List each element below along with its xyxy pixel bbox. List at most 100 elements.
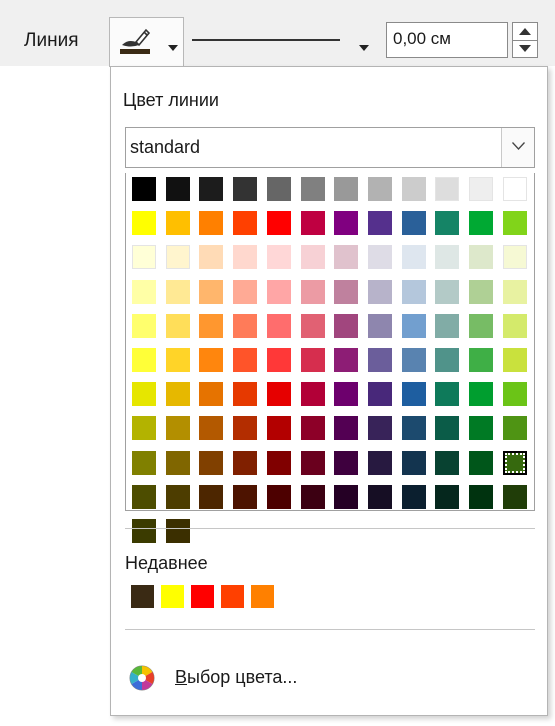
palette-select[interactable]: standard <box>125 127 535 168</box>
color-swatch[interactable] <box>300 211 325 236</box>
color-swatch[interactable] <box>367 211 392 236</box>
color-swatch[interactable] <box>199 245 224 270</box>
color-swatch[interactable] <box>334 177 359 201</box>
color-swatch[interactable] <box>165 245 190 270</box>
color-swatch[interactable] <box>132 484 156 509</box>
color-swatch[interactable] <box>502 382 527 407</box>
chevron-down-icon[interactable] <box>168 38 178 56</box>
color-swatch[interactable] <box>367 177 392 201</box>
color-swatch[interactable] <box>367 313 392 338</box>
color-swatch[interactable] <box>165 450 190 475</box>
pick-color-button[interactable]: Выбор цвета... <box>129 663 359 693</box>
color-swatch[interactable] <box>435 484 460 509</box>
recent-color-swatch[interactable] <box>221 585 244 608</box>
chevron-down-icon[interactable] <box>359 38 369 56</box>
line-width-spinner[interactable] <box>512 22 538 58</box>
color-swatch[interactable] <box>266 313 291 338</box>
color-swatch[interactable] <box>199 484 224 509</box>
color-swatch[interactable] <box>367 416 392 441</box>
color-swatch[interactable] <box>300 177 325 201</box>
color-swatch[interactable] <box>300 313 325 338</box>
color-swatch[interactable] <box>132 348 156 372</box>
color-swatch[interactable] <box>334 313 359 338</box>
color-swatch[interactable] <box>199 450 224 475</box>
color-swatch[interactable] <box>435 313 460 338</box>
recent-color-swatch[interactable] <box>131 585 154 608</box>
color-swatch[interactable] <box>199 416 224 441</box>
color-swatch[interactable] <box>165 416 190 441</box>
color-swatch[interactable] <box>401 348 426 372</box>
color-swatch[interactable] <box>199 313 224 338</box>
color-swatch[interactable] <box>469 348 493 372</box>
color-swatch[interactable] <box>266 484 291 509</box>
color-swatch[interactable] <box>132 519 156 543</box>
color-swatch[interactable] <box>401 177 426 201</box>
color-swatch[interactable] <box>132 450 156 475</box>
color-swatch[interactable] <box>502 348 527 372</box>
color-swatch[interactable] <box>266 416 291 441</box>
spin-up-button[interactable] <box>513 23 537 41</box>
color-swatch[interactable] <box>199 177 224 201</box>
color-swatch[interactable] <box>435 245 460 270</box>
color-swatch[interactable] <box>435 348 460 372</box>
color-swatch[interactable] <box>132 211 156 236</box>
color-swatch[interactable] <box>266 245 291 270</box>
color-swatch[interactable] <box>469 177 493 201</box>
color-swatch[interactable] <box>132 313 156 338</box>
color-swatch[interactable] <box>367 279 392 304</box>
color-swatch[interactable] <box>401 279 426 304</box>
color-swatch[interactable] <box>132 279 156 304</box>
color-swatch[interactable] <box>300 348 325 372</box>
color-swatch[interactable] <box>233 245 258 270</box>
color-swatch[interactable] <box>435 177 460 201</box>
color-swatch[interactable] <box>165 211 190 236</box>
color-swatch[interactable] <box>334 484 359 509</box>
color-swatch[interactable] <box>165 484 190 509</box>
color-swatch[interactable] <box>401 416 426 441</box>
palette-select-button[interactable] <box>501 128 534 167</box>
color-swatch[interactable] <box>401 313 426 338</box>
color-swatch[interactable] <box>469 382 493 407</box>
color-swatch[interactable] <box>233 211 258 236</box>
color-swatch[interactable] <box>266 177 291 201</box>
recent-color-swatch[interactable] <box>251 585 274 608</box>
color-swatch[interactable] <box>401 450 426 475</box>
color-swatch[interactable] <box>401 484 426 509</box>
color-swatch[interactable] <box>334 211 359 236</box>
color-swatch[interactable] <box>435 279 460 304</box>
color-swatch[interactable] <box>435 450 460 475</box>
color-swatch[interactable] <box>233 177 258 201</box>
color-swatch[interactable] <box>469 484 493 509</box>
color-swatch[interactable] <box>199 279 224 304</box>
color-swatch[interactable] <box>469 245 493 270</box>
color-swatch[interactable] <box>502 211 527 236</box>
color-swatch[interactable] <box>300 484 325 509</box>
color-swatch[interactable] <box>502 279 527 304</box>
color-swatch[interactable] <box>266 382 291 407</box>
color-swatch[interactable] <box>266 211 291 236</box>
spin-down-button[interactable] <box>513 40 537 57</box>
color-swatch[interactable] <box>233 416 258 441</box>
color-swatch[interactable] <box>132 245 156 270</box>
color-swatch[interactable] <box>233 484 258 509</box>
color-swatch[interactable] <box>401 245 426 270</box>
color-swatch[interactable] <box>165 519 190 543</box>
color-swatch[interactable] <box>367 348 392 372</box>
color-swatch[interactable] <box>233 450 258 475</box>
color-swatch[interactable] <box>165 382 190 407</box>
color-swatch[interactable] <box>401 382 426 407</box>
recent-color-swatch[interactable] <box>191 585 214 608</box>
color-swatch[interactable] <box>334 450 359 475</box>
color-swatch[interactable] <box>469 211 493 236</box>
color-swatch[interactable] <box>132 416 156 441</box>
color-swatch[interactable] <box>469 313 493 338</box>
color-swatch[interactable] <box>334 382 359 407</box>
line-width-input[interactable]: 0,00 см <box>386 22 508 58</box>
color-swatch[interactable] <box>469 416 493 441</box>
color-swatch[interactable] <box>165 313 190 338</box>
color-swatch[interactable] <box>165 348 190 372</box>
color-swatch[interactable] <box>334 348 359 372</box>
color-swatch[interactable] <box>233 313 258 338</box>
color-swatch[interactable] <box>132 177 156 201</box>
color-swatch[interactable] <box>502 313 527 338</box>
